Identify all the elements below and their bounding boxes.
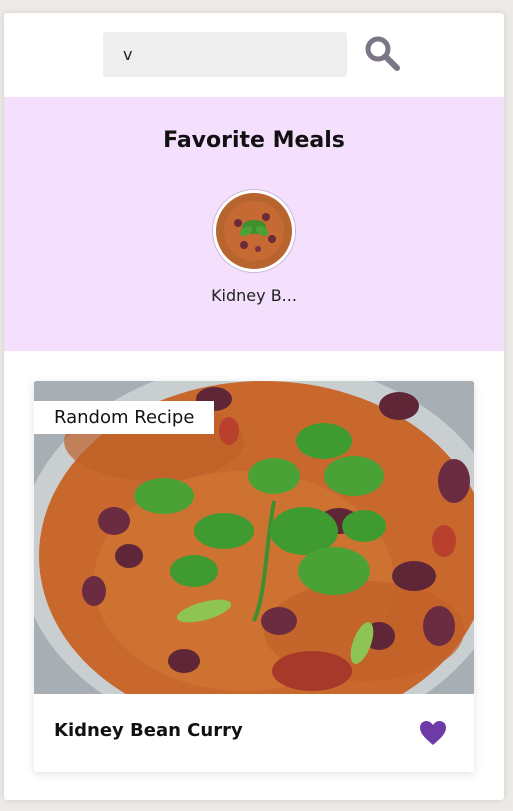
search-button[interactable] bbox=[361, 33, 405, 77]
meal-image: Random Recipe bbox=[34, 381, 474, 694]
favorites-title: Favorite Meals bbox=[163, 128, 345, 153]
random-recipe-tag: Random Recipe bbox=[34, 401, 215, 434]
app-container: Favorite Meals Kidney B... bbox=[4, 13, 504, 800]
search-icon bbox=[365, 36, 400, 71]
header bbox=[4, 13, 504, 97]
meal-name: Kidney Bean Curry bbox=[54, 720, 243, 741]
favorite-meal-name: Kidney B... bbox=[211, 286, 297, 305]
favorite-meal-image bbox=[213, 190, 295, 272]
favorite-meals-section: Favorite Meals Kidney B... bbox=[4, 97, 504, 351]
favorite-meal-item[interactable]: Kidney B... bbox=[203, 190, 305, 305]
heart-icon bbox=[420, 720, 446, 745]
meal-card: Random Recipe Kidney Bean Curry bbox=[34, 381, 474, 772]
meal-footer: Kidney Bean Curry bbox=[34, 694, 474, 772]
favorite-button[interactable] bbox=[416, 719, 450, 749]
search-input[interactable] bbox=[103, 32, 347, 77]
